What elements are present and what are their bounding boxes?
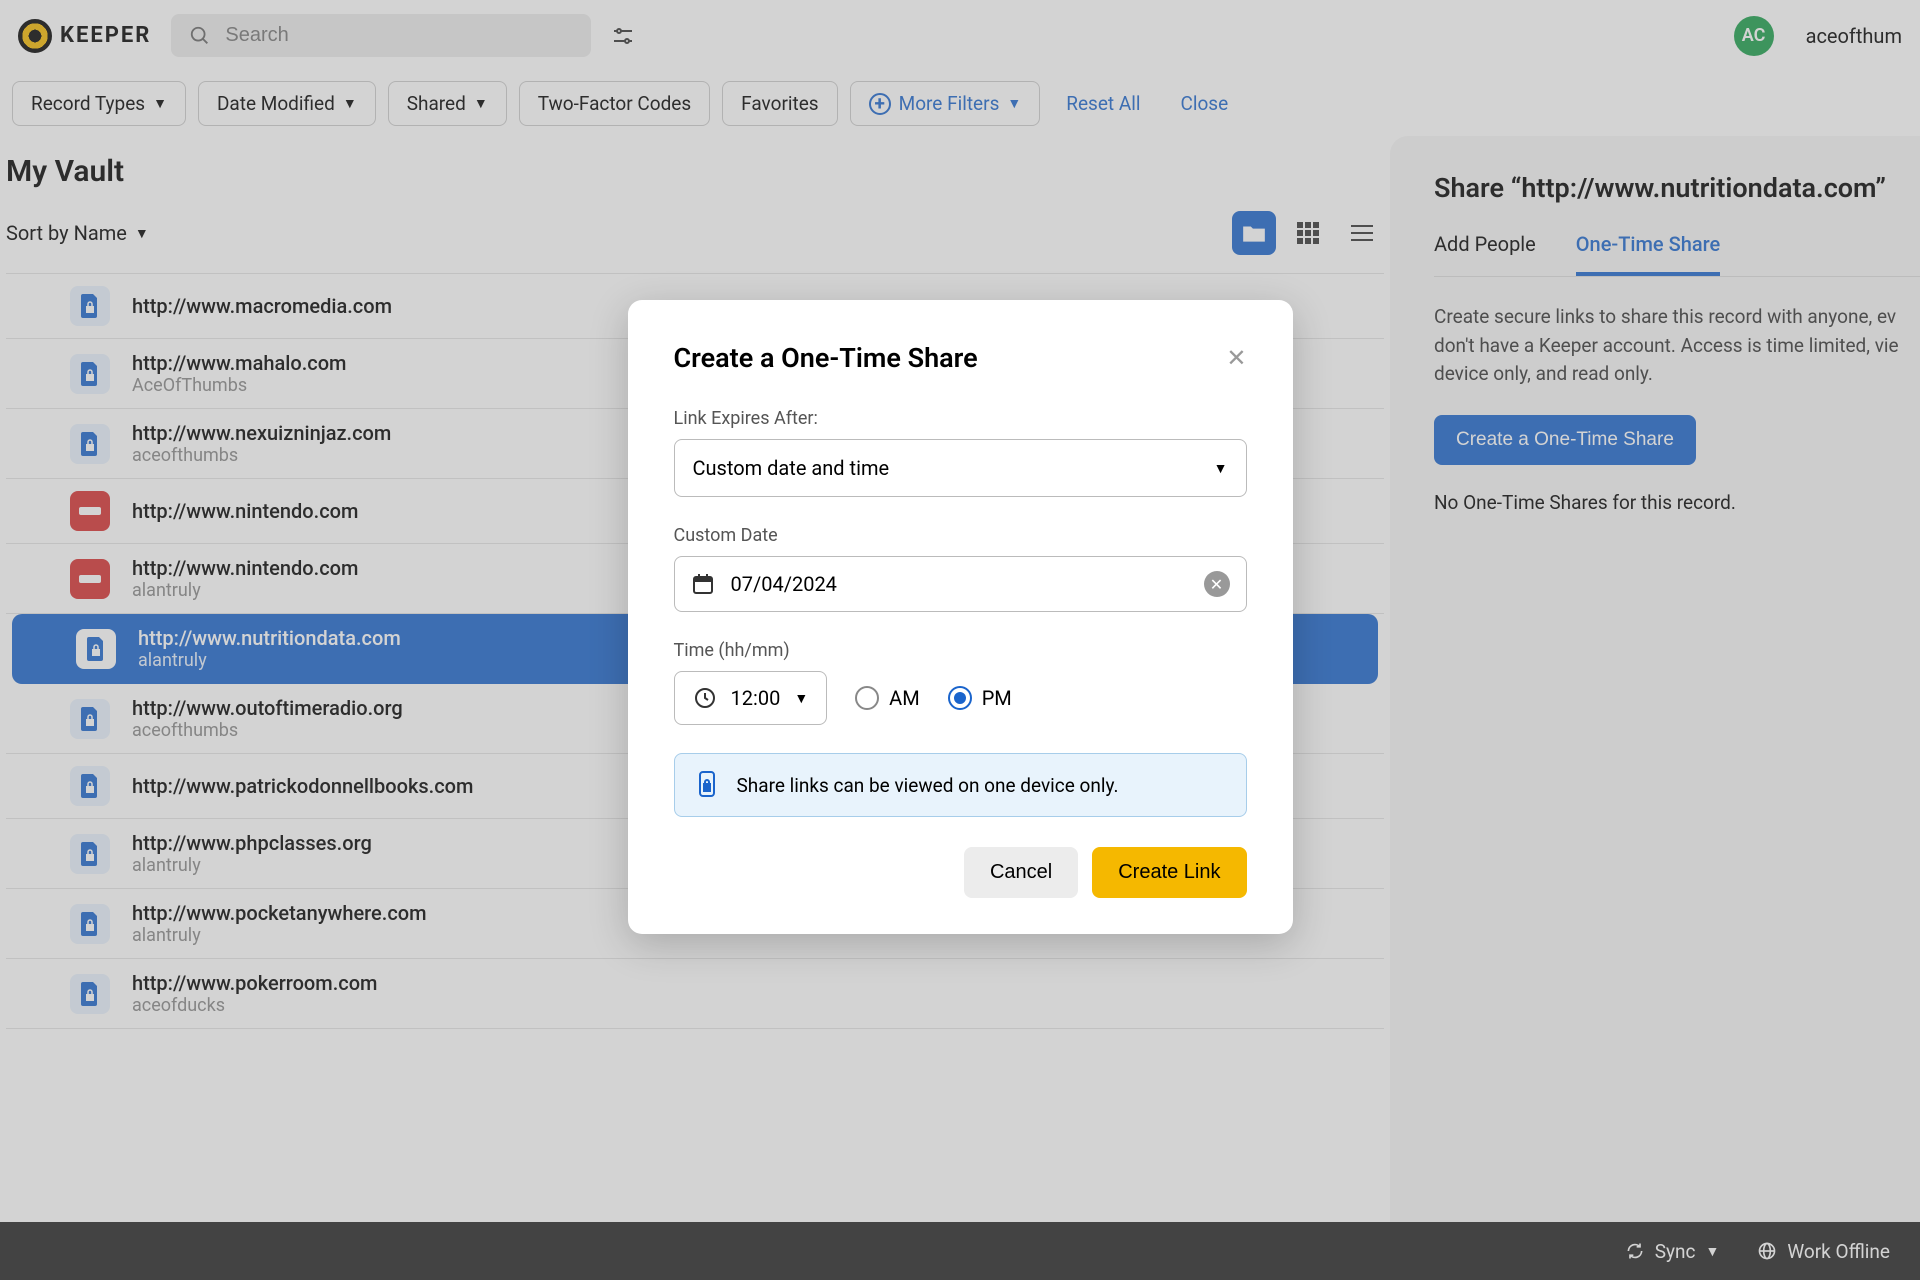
date-value: 07/04/2024 [731, 572, 837, 596]
clear-date-icon[interactable]: ✕ [1204, 571, 1230, 597]
create-one-time-share-modal: Create a One-Time Share ✕ Link Expires A… [628, 300, 1293, 934]
radio-icon [948, 686, 972, 710]
close-icon[interactable]: ✕ [1226, 344, 1246, 372]
pm-radio[interactable]: PM [948, 686, 1012, 710]
expires-select[interactable]: Custom date and time ▼ [674, 439, 1247, 497]
chevron-down-icon: ▼ [794, 690, 808, 707]
time-select[interactable]: 12:00 ▼ [674, 671, 828, 725]
modal-title: Create a One-Time Share [674, 342, 978, 374]
modal-overlay[interactable]: Create a One-Time Share ✕ Link Expires A… [0, 0, 1920, 1280]
custom-date-input[interactable]: 07/04/2024 ✕ [674, 556, 1247, 612]
am-radio[interactable]: AM [855, 686, 920, 710]
info-banner: Share links can be viewed on one device … [674, 753, 1247, 817]
calendar-icon [691, 572, 715, 596]
chevron-down-icon: ▼ [1214, 460, 1228, 477]
custom-date-label: Custom Date [674, 525, 1247, 546]
create-link-button[interactable]: Create Link [1092, 847, 1246, 898]
device-lock-icon [695, 770, 719, 800]
radio-icon [855, 686, 879, 710]
time-label: Time (hh/mm) [674, 640, 1247, 661]
clock-icon [693, 686, 717, 710]
expires-label: Link Expires After: [674, 408, 1247, 429]
cancel-button[interactable]: Cancel [964, 847, 1078, 898]
